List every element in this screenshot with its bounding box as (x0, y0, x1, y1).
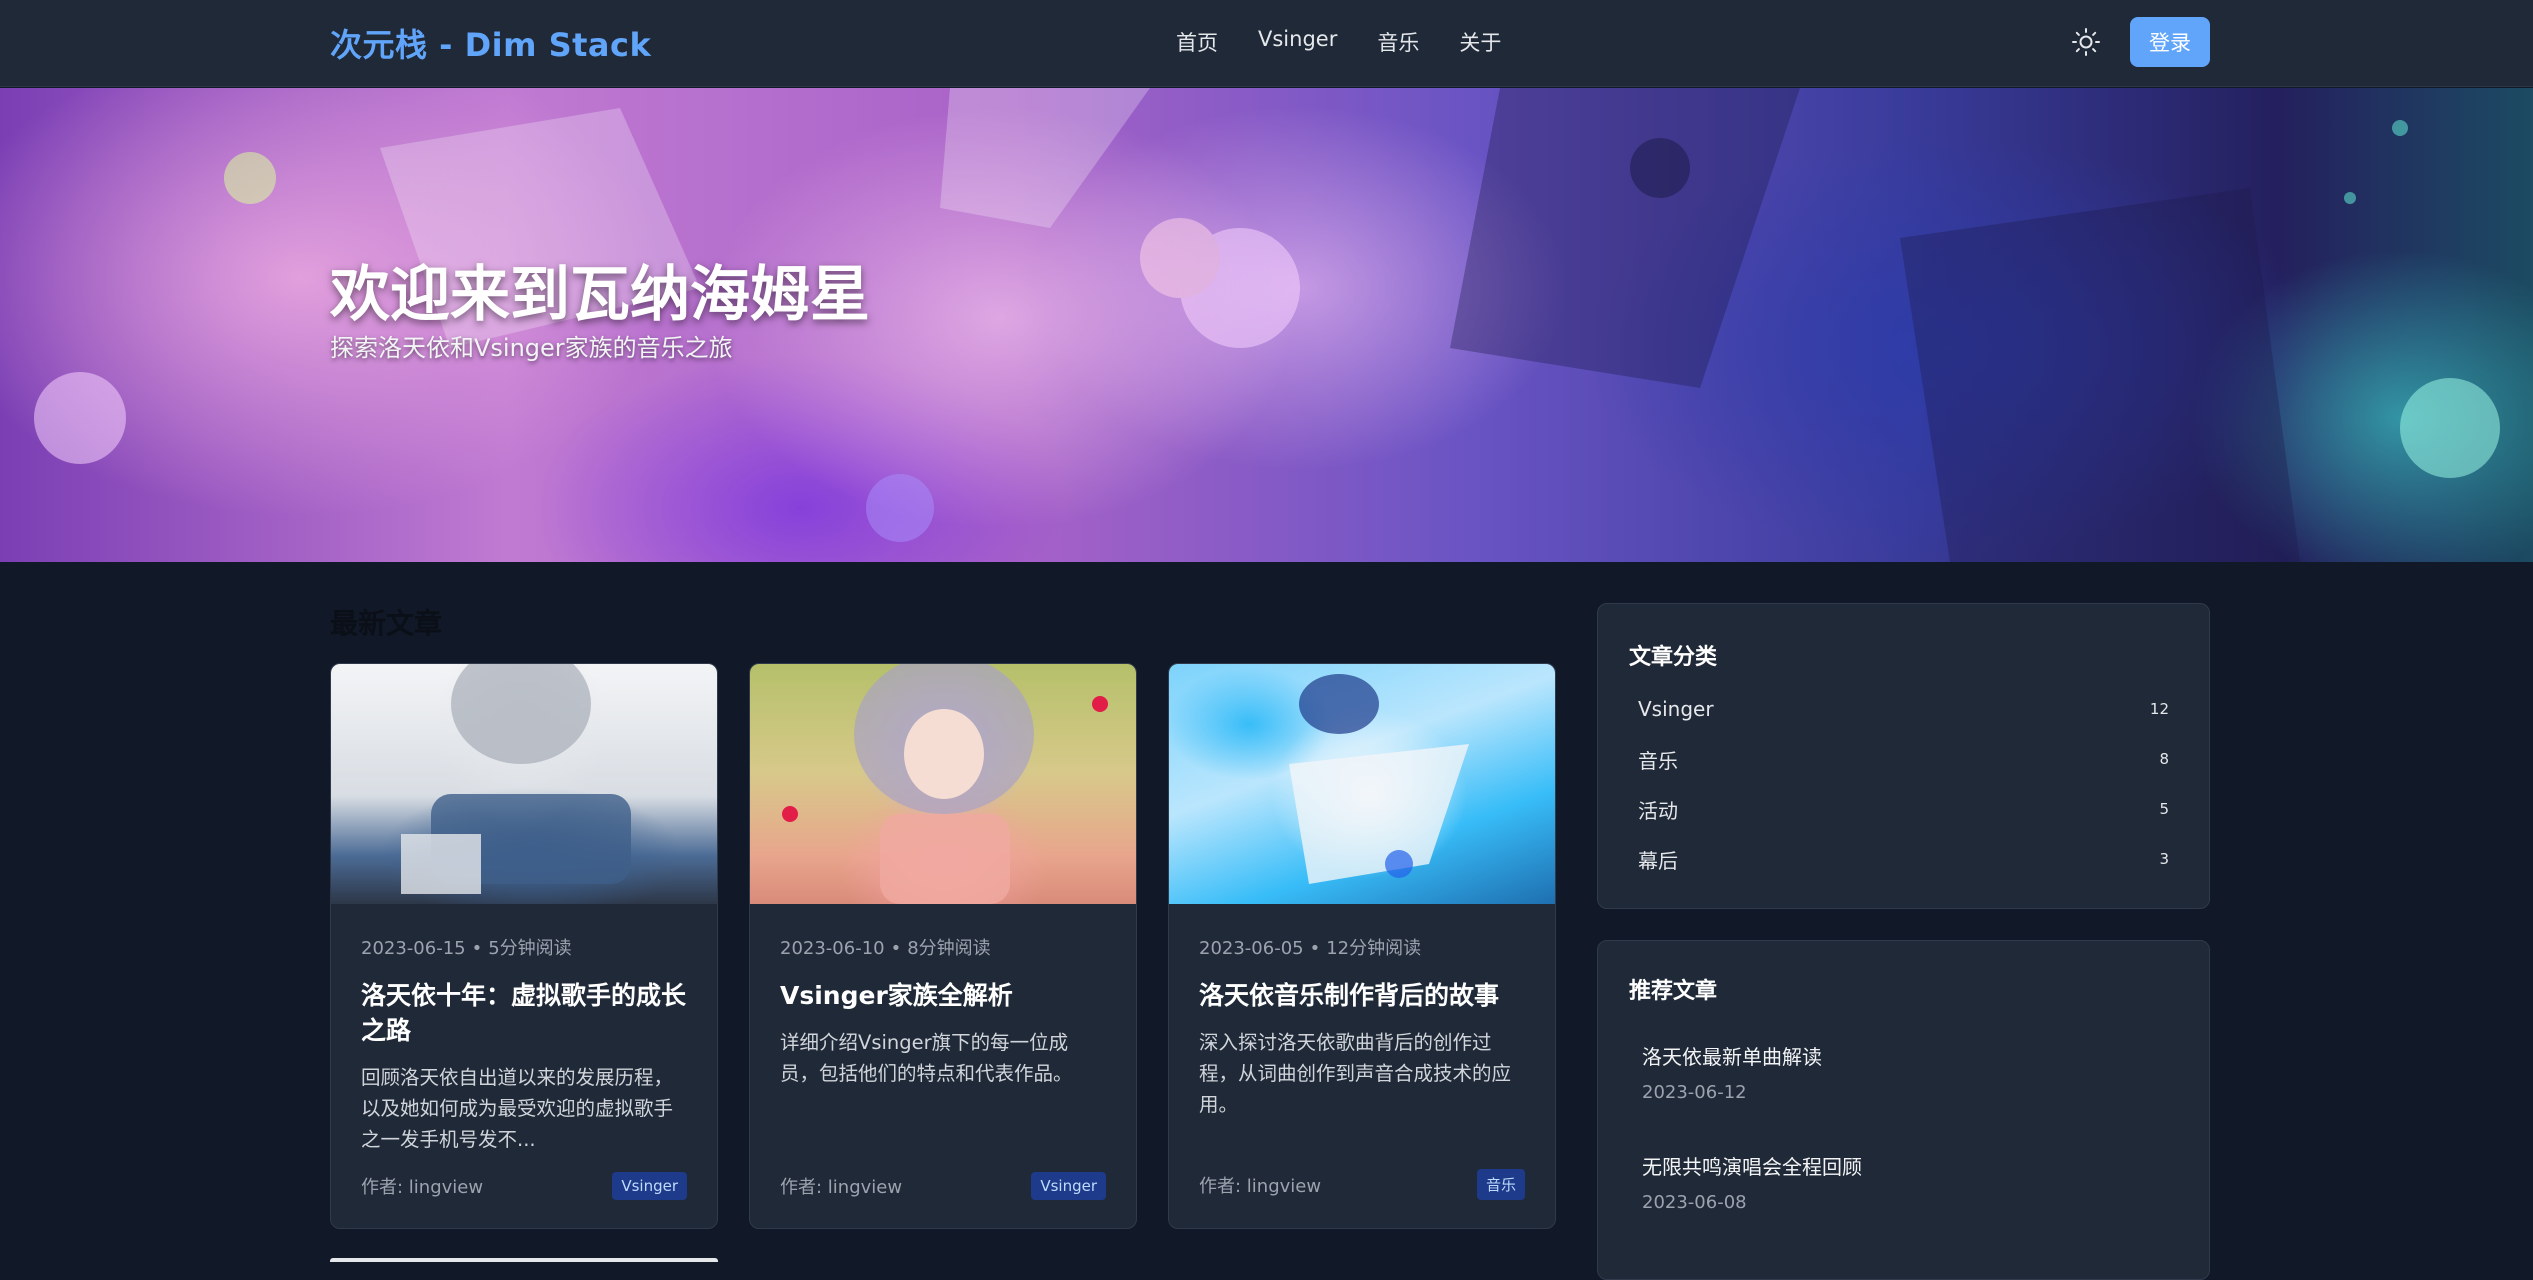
article-title[interactable]: 洛天依音乐制作背后的故事 (1199, 978, 1525, 1013)
category-name: Vsinger (1638, 697, 1714, 721)
article-author: 作者: lingview (1199, 1175, 1322, 1197)
categories-heading: 文章分类 (1629, 645, 1718, 670)
category-item-behind-the-scenes[interactable]: 幕后 3 (1638, 834, 2169, 884)
category-count: 3 (2159, 850, 2169, 868)
category-count: 5 (2159, 800, 2169, 818)
read-time: 8分钟阅读 (907, 938, 991, 959)
latest-articles-heading: 最新文章 (330, 607, 443, 640)
category-name: 音乐 (1638, 748, 1678, 773)
recommended-item[interactable]: 无限共鸣演唱会全程回顾 2023-06-08 (1642, 1151, 2169, 1213)
nav-music[interactable]: 音乐 (1377, 27, 1419, 57)
category-tag[interactable]: Vsinger (612, 1172, 687, 1200)
categories-panel: 文章分类 Vsinger 12 音乐 8 活动 5 幕后 3 (1597, 603, 2210, 909)
article-excerpt: 回顾洛天依自出道以来的发展历程，以及她如何成为最受欢迎的虚拟歌手之一发手机号发不… (361, 1066, 674, 1151)
nav-vsinger[interactable]: Vsinger (1258, 27, 1337, 57)
sun-icon (2072, 28, 2100, 56)
category-item-music[interactable]: 音乐 8 (1638, 734, 2169, 784)
article-date: 2023-06-05 (1199, 938, 1304, 959)
login-button[interactable]: 登录 (2130, 17, 2210, 67)
artwork-illustration (1289, 674, 1469, 884)
hero-title: 欢迎来到瓦纳海姆星 (330, 260, 870, 330)
article-date: 2023-06-10 (780, 938, 885, 959)
category-count: 8 (2159, 750, 2169, 768)
theme-toggle-button[interactable] (2068, 24, 2104, 60)
nav-home[interactable]: 首页 (1176, 27, 1218, 57)
top-navbar: 次元栈 - Dim Stack 首页 Vsinger 音乐 关于 登录 (0, 0, 2533, 87)
hero-banner: 欢迎来到瓦纳海姆星 探索洛天依和Vsinger家族的音乐之旅 (0, 88, 2533, 562)
article-cover-image[interactable] (750, 664, 1136, 904)
recommended-heading: 推荐文章 (1629, 979, 1718, 1004)
read-time: 12分钟阅读 (1326, 938, 1422, 959)
article-excerpt: 深入探讨洛天依歌曲背后的创作过程，从词曲创作到声音合成技术的应用。 (1199, 1031, 1512, 1116)
article-title[interactable]: Vsinger家族全解析 (780, 978, 1106, 1013)
recommended-title: 洛天依最新单曲解读 (1642, 1045, 1822, 1069)
category-name: 幕后 (1638, 848, 1678, 873)
category-tag[interactable]: Vsinger (1031, 1172, 1106, 1200)
article-author: 作者: lingview (780, 1177, 903, 1198)
article-cover-image[interactable] (331, 664, 717, 904)
recommended-panel: 推荐文章 洛天依最新单曲解读 2023-06-12 无限共鸣演唱会全程回顾 20… (1597, 940, 2210, 1280)
hero-subtitle: 探索洛天依和Vsinger家族的音乐之旅 (330, 334, 733, 362)
category-item-vsinger[interactable]: Vsinger 12 (1638, 684, 2169, 734)
category-item-events[interactable]: 活动 5 (1638, 784, 2169, 834)
artwork-illustration (782, 664, 1108, 904)
article-card[interactable]: 2023-06-05 • 12分钟阅读 洛天依音乐制作背后的故事 深入探讨洛天依歌曲… (1168, 663, 1556, 1229)
category-name: 活动 (1638, 798, 1678, 823)
recommended-date: 2023-06-08 (1642, 1192, 1747, 1213)
article-excerpt: 详细介绍Vsinger旗下的每一位成员，包括他们的特点和代表作品。 (780, 1031, 1073, 1085)
article-card[interactable]: 2023-06-10 • 8分钟阅读 Vsinger家族全解析 详细介绍Vsinge… (749, 663, 1137, 1229)
recommended-date: 2023-06-12 (1642, 1082, 1747, 1103)
category-count: 12 (2149, 700, 2169, 718)
site-logo[interactable]: 次元栈 - Dim Stack (330, 20, 651, 66)
article-author: 作者: lingview (361, 1177, 484, 1198)
next-article-card-edge (330, 1258, 718, 1262)
recommended-item[interactable]: 洛天依最新单曲解读 2023-06-12 (1642, 1041, 2169, 1103)
category-tag[interactable]: 音乐 (1476, 1169, 1525, 1200)
article-card[interactable]: 2023-06-15 • 5分钟阅读 洛天依十年：虚拟歌手的成长之路 回顾洛天依自出… (330, 663, 718, 1229)
article-date: 2023-06-15 (361, 938, 466, 959)
artwork-illustration (401, 664, 631, 894)
nav-about[interactable]: 关于 (1459, 27, 1501, 57)
read-time: 5分钟阅读 (488, 938, 572, 959)
main-nav: 首页 Vsinger 音乐 关于 (1176, 27, 1501, 57)
recommended-title: 无限共鸣演唱会全程回顾 (1642, 1155, 1862, 1179)
article-title[interactable]: 洛天依十年：虚拟歌手的成长之路 (361, 978, 687, 1048)
article-cover-image[interactable] (1169, 664, 1555, 904)
